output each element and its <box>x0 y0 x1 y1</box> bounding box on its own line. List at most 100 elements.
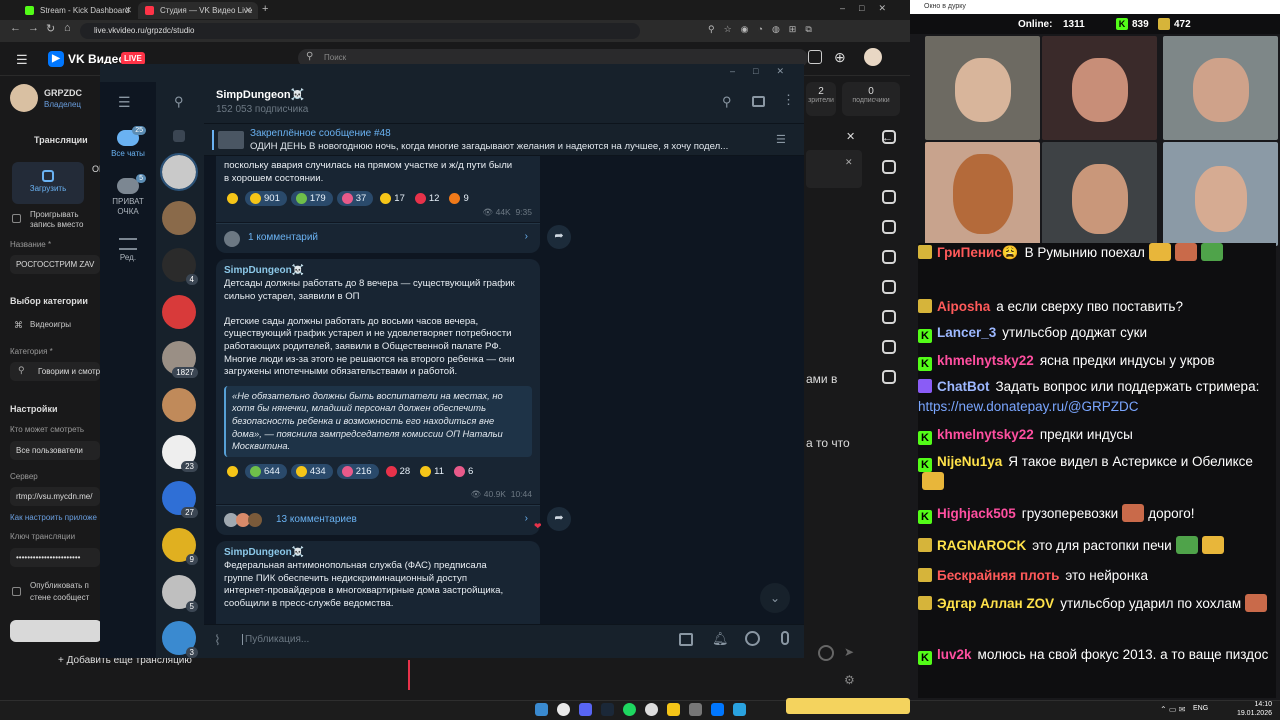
search-icon[interactable]: ⚲ <box>722 94 732 110</box>
settings-icon[interactable]: ⚙ <box>844 673 855 687</box>
chat-username[interactable]: ChatBot <box>937 379 990 394</box>
chat-avatar[interactable] <box>162 295 196 329</box>
gem-icon[interactable] <box>882 190 896 204</box>
chat-avatar[interactable]: 9 <box>162 528 198 565</box>
dice-icon[interactable] <box>882 220 896 234</box>
close-icon[interactable]: ✕ <box>244 5 252 16</box>
message-input[interactable]: Публикация... <box>242 634 662 645</box>
archive-icon[interactable] <box>173 130 185 142</box>
emoji-icon[interactable] <box>745 631 760 646</box>
comments-button[interactable]: 13 комментариев › <box>216 505 540 535</box>
forward-icon[interactable]: → <box>28 22 39 34</box>
donate-link[interactable]: https://new.donatepay.ru/@GRPZDC <box>918 399 1139 414</box>
reaction-sad[interactable]: 11 <box>417 464 447 479</box>
chat-avatar[interactable]: 27 <box>162 481 198 518</box>
language-indicator[interactable]: ENG <box>1193 705 1208 712</box>
publish-checkbox[interactable] <box>12 587 21 596</box>
more-icon[interactable]: ⋮ <box>782 92 795 108</box>
folder-icon[interactable] <box>667 703 680 716</box>
pin-icon[interactable]: ✕ <box>846 130 855 143</box>
reaction-fire[interactable]: 9 <box>446 191 471 206</box>
reaction-heart[interactable]: 28 <box>383 464 414 479</box>
channel-title[interactable]: SimpDungeon☠️ <box>216 88 304 101</box>
message-sender[interactable]: SimpDungeon☠️ <box>224 265 532 276</box>
add-icon[interactable]: ⊕ <box>834 49 846 66</box>
window-controls[interactable]: –□✕ <box>840 3 900 14</box>
menu-icon[interactable]: ☰ <box>16 52 28 68</box>
chat-username[interactable]: luv2k <box>937 647 972 662</box>
chat-username[interactable]: Aiposha <box>937 299 990 314</box>
reaction-thumb[interactable]: 434 <box>290 463 333 479</box>
tab-broadcasts[interactable]: Трансляции <box>34 135 88 145</box>
address-bar[interactable]: live.vkvideo.ru/grpzdc/studio <box>80 23 640 39</box>
reload-icon[interactable]: ↻ <box>46 22 55 35</box>
app-icon[interactable] <box>689 703 702 716</box>
chat-username[interactable]: RAGNAROCK <box>937 538 1026 553</box>
upload-button[interactable]: Загрузить <box>12 162 84 204</box>
folder-private[interactable]: 5 ПРИВАТ ОЧКА <box>100 174 156 217</box>
comments-button[interactable]: 1 комментарий › <box>216 223 540 253</box>
chat-avatar[interactable] <box>162 388 196 422</box>
chat-avatar[interactable]: 5 <box>162 575 198 612</box>
bar-chart-icon[interactable] <box>882 280 896 294</box>
chat-username[interactable]: ГриПенис😩 <box>937 245 1019 260</box>
emoji-icon[interactable] <box>818 645 834 661</box>
chat-avatar[interactable] <box>160 153 198 191</box>
chat-username[interactable]: Highjack505 <box>937 506 1016 521</box>
chat-avatar[interactable]: 3 <box>162 621 198 658</box>
folder-edit[interactable]: Ред. <box>100 238 156 262</box>
chat-username[interactable]: NijeNu1ya <box>937 454 1002 469</box>
chat-username[interactable]: Lancer_3 <box>937 325 996 340</box>
hamburger-icon[interactable]: ☰ <box>118 94 131 111</box>
reaction-thumb[interactable]: 17 <box>377 191 408 206</box>
vk-icon[interactable] <box>711 703 724 716</box>
loop-checkbox[interactable] <box>12 214 21 223</box>
title-input[interactable]: РОСГОССТРИМ ZAV <box>10 255 100 274</box>
chat-username[interactable]: Эдгар Аллан ZOV <box>937 596 1054 611</box>
chat-username[interactable]: khmelnytsky22 <box>937 427 1034 442</box>
reaction-clown[interactable]: 6 <box>451 464 476 479</box>
server-input[interactable]: rtmp://vsu.mycdn.me/ <box>10 487 100 506</box>
diamond-icon[interactable] <box>882 160 896 174</box>
reaction-star[interactable] <box>224 191 241 206</box>
back-icon[interactable]: ← <box>10 22 21 34</box>
discord-icon[interactable] <box>579 703 592 716</box>
stream-key-input[interactable]: ••••••••••••••••••••••• <box>10 548 100 567</box>
chat-avatar[interactable]: 23 <box>162 435 198 472</box>
chrome-icon[interactable] <box>557 703 570 716</box>
how-to-setup-link[interactable]: Как настроить приложе <box>10 513 97 522</box>
tab-kick-dashboard[interactable]: Stream - Kick Dashboard ✕ <box>18 2 138 19</box>
reaction-clown[interactable]: 216 <box>336 463 379 479</box>
logo-icon[interactable] <box>882 370 896 384</box>
chat-avatar[interactable]: 4 <box>162 248 198 285</box>
tab-vk-studio[interactable]: Студия — VK Видео Live ✕ <box>138 2 258 19</box>
chat-username[interactable]: khmelnytsky22 <box>937 353 1034 368</box>
reaction-clown[interactable]: 37 <box>336 191 374 207</box>
reaction-star[interactable] <box>224 464 241 479</box>
attach-icon[interactable]: ⌇ <box>214 632 221 649</box>
steam-icon[interactable] <box>601 703 614 716</box>
reaction-sad[interactable]: 901 <box>245 191 287 207</box>
scroll-down-button[interactable]: ⌄ <box>760 583 790 613</box>
close-icon[interactable]: ✕ <box>845 157 853 168</box>
user-avatar[interactable] <box>864 48 882 66</box>
reaction-money[interactable]: 644 <box>245 463 287 479</box>
spotify-icon[interactable] <box>623 703 636 716</box>
folder-all-chats[interactable]: 25 Все чаты <box>100 126 156 158</box>
pinned-list-icon[interactable]: ☰ <box>776 133 786 146</box>
extensions-icons[interactable]: ⚲☆◉◔◍⊞⧉ <box>708 24 821 35</box>
block-icon[interactable] <box>882 340 896 354</box>
close-icon[interactable]: ✕ <box>124 5 132 16</box>
reaction-heart[interactable]: 12 <box>412 191 443 206</box>
reaction-money[interactable]: 179 <box>290 191 333 207</box>
forward-button[interactable]: ➦ <box>547 225 571 249</box>
send-icon[interactable]: ➤ <box>844 645 854 659</box>
search-icon[interactable]: ⚲ <box>174 94 184 110</box>
chat-avatar[interactable]: 1827 <box>162 341 198 378</box>
trophy-icon[interactable] <box>882 310 896 324</box>
telegram-icon[interactable] <box>733 703 746 716</box>
start-stream-button[interactable] <box>10 620 102 642</box>
bell-icon[interactable]: 🔔︎ <box>712 631 729 647</box>
start-icon[interactable] <box>535 703 548 716</box>
calendar-icon[interactable] <box>679 633 693 646</box>
